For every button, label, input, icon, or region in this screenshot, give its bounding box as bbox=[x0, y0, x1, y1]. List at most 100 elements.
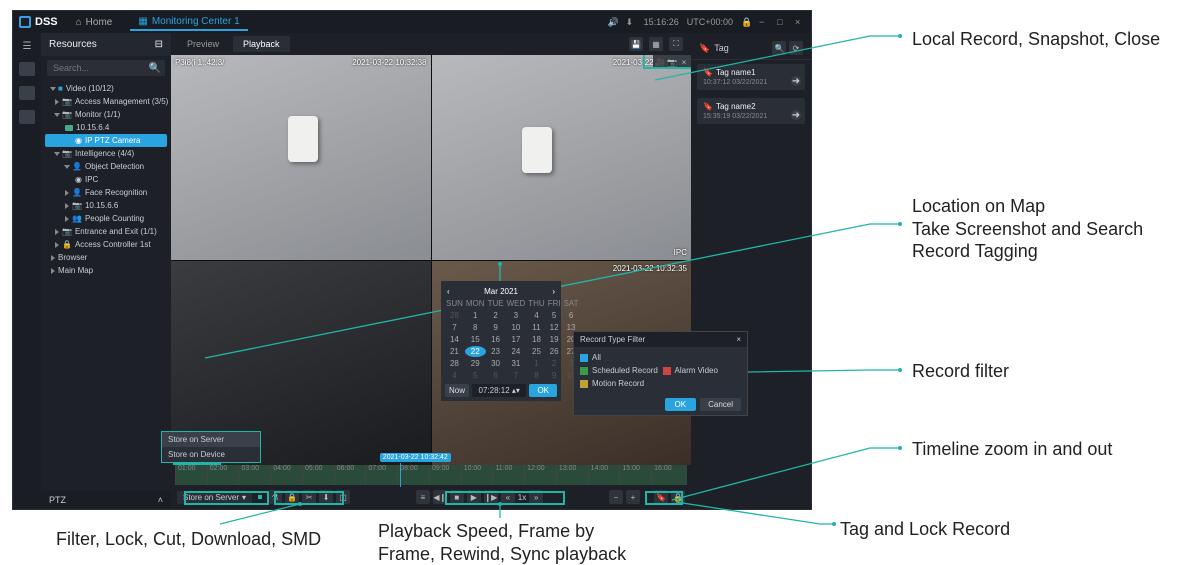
stop-icon[interactable]: ■ bbox=[450, 490, 464, 504]
tab-preview[interactable]: Preview bbox=[177, 36, 229, 52]
tree-face-recognition[interactable]: 👤Face Recognition bbox=[45, 186, 167, 199]
cal-day[interactable]: 23 bbox=[487, 346, 505, 357]
speed-down-icon[interactable]: « bbox=[501, 490, 515, 504]
hamburger-icon[interactable]: ☰ bbox=[23, 41, 32, 52]
cal-day[interactable]: 22 bbox=[465, 346, 486, 357]
cal-day[interactable]: 28 bbox=[445, 358, 464, 369]
cut-icon[interactable]: ✂ bbox=[302, 490, 316, 504]
tree-people-counting[interactable]: 👥People Counting bbox=[45, 212, 167, 225]
cal-day[interactable]: 6 bbox=[487, 370, 505, 381]
cal-day[interactable]: 24 bbox=[506, 346, 527, 357]
time-input[interactable]: 07:28:12 ▴▾ bbox=[472, 384, 526, 397]
collapse-icon[interactable]: ⊟ bbox=[155, 39, 163, 50]
close-icon[interactable]: × bbox=[795, 17, 805, 27]
goto-tag-icon[interactable]: ➜ bbox=[791, 110, 801, 120]
tab-playback[interactable]: Playback bbox=[233, 36, 290, 52]
cal-day[interactable]: 31 bbox=[506, 358, 527, 369]
now-button[interactable]: Now bbox=[445, 384, 469, 397]
cal-day[interactable]: 8 bbox=[465, 322, 486, 333]
tag-refresh-icon[interactable]: ⟳ bbox=[789, 41, 803, 55]
tag-search-icon[interactable]: 🔍 bbox=[772, 41, 786, 55]
cal-day[interactable]: 2 bbox=[547, 358, 562, 369]
video-pane-1[interactable]: P3i8(i 1::42:3/ 2021-03-22 10:32:38 bbox=[171, 55, 431, 260]
maximize-icon[interactable]: □ bbox=[777, 17, 787, 27]
tree-intelligence[interactable]: 📷Intelligence (4/4) bbox=[45, 147, 167, 160]
filter-motion[interactable]: Motion Record bbox=[580, 379, 659, 388]
tag-item[interactable]: 🔖Tag name1 10:37:12 03/22/2021 ➜ bbox=[697, 64, 805, 90]
filter-scheduled[interactable]: Scheduled Record bbox=[580, 366, 659, 375]
tree-monitor[interactable]: 📷Monitor (1/1) bbox=[45, 108, 167, 121]
save-view-icon[interactable]: 💾 bbox=[629, 37, 643, 51]
snapshot-icon[interactable]: 📷 bbox=[666, 56, 678, 68]
fullscreen-icon[interactable]: ⛶ bbox=[669, 37, 683, 51]
cal-day[interactable]: 26 bbox=[547, 346, 562, 357]
filter-close-icon[interactable]: × bbox=[736, 335, 741, 344]
cal-day[interactable]: 18 bbox=[527, 334, 545, 345]
cal-day[interactable]: 9 bbox=[487, 322, 505, 333]
goto-tag-icon[interactable]: ➜ bbox=[791, 76, 801, 86]
tree-access-mgmt[interactable]: 📷Access Management (3/5) bbox=[45, 95, 167, 108]
storage-selector[interactable]: Store on Server▾ bbox=[177, 491, 252, 504]
tree-ipc[interactable]: ◉ IPC bbox=[45, 173, 167, 186]
tree-ip2[interactable]: 📷10.15.6.6 bbox=[45, 199, 167, 212]
cal-day[interactable]: 1 bbox=[527, 358, 545, 369]
cal-day[interactable]: 8 bbox=[527, 370, 545, 381]
filter-ok-button[interactable]: OK bbox=[665, 398, 697, 411]
filter-all[interactable]: All bbox=[580, 353, 659, 362]
cal-day[interactable]: 5 bbox=[465, 370, 486, 381]
cal-day[interactable]: 6 bbox=[563, 310, 580, 321]
rail-icon-3[interactable] bbox=[19, 110, 35, 124]
cal-next-icon[interactable]: › bbox=[552, 287, 555, 296]
minimize-icon[interactable]: − bbox=[759, 17, 769, 27]
layout-icon[interactable]: ▦ bbox=[649, 37, 663, 51]
rail-icon-1[interactable] bbox=[19, 62, 35, 76]
smd-icon[interactable]: ◫ bbox=[336, 490, 350, 504]
ptz-panel-toggle[interactable]: PTZ˄ bbox=[41, 491, 171, 509]
cal-day[interactable]: 12 bbox=[547, 322, 562, 333]
download-clip-icon[interactable]: ⬇ bbox=[319, 490, 333, 504]
tree-access-controller[interactable]: 🔒Access Controller 1st bbox=[45, 238, 167, 251]
cal-day[interactable]: 30 bbox=[487, 358, 505, 369]
tag-item[interactable]: 🔖Tag name2 15:35:19 03/22/2021 ➜ bbox=[697, 98, 805, 124]
tree-main-map[interactable]: Main Map bbox=[45, 264, 167, 277]
search-input[interactable]: 🔍 bbox=[47, 60, 165, 76]
cal-day[interactable]: 11 bbox=[527, 322, 545, 333]
lock-record-icon[interactable]: 🔒 bbox=[671, 490, 685, 504]
lock-clip-icon[interactable]: 🔒 bbox=[285, 490, 299, 504]
store-server-option[interactable]: Store on Server bbox=[162, 432, 260, 447]
cal-day[interactable]: 1 bbox=[465, 310, 486, 321]
video-pane-2[interactable]: 2021-03-22 10:32:38 IPC 🎥 📷 × bbox=[432, 55, 692, 260]
cal-day[interactable]: 21 bbox=[445, 346, 464, 357]
cal-day[interactable]: 2 bbox=[487, 310, 505, 321]
next-frame-icon[interactable]: ❙▶ bbox=[484, 490, 498, 504]
cal-day[interactable]: 7 bbox=[506, 370, 527, 381]
local-record-icon[interactable]: 🎥 bbox=[654, 56, 666, 68]
store-device-option[interactable]: Store on Device bbox=[162, 447, 260, 462]
cal-day[interactable]: 3 bbox=[506, 310, 527, 321]
cal-day[interactable]: 4 bbox=[445, 370, 464, 381]
tree-ptz-camera[interactable]: ◉ IP PTZ Camera bbox=[45, 134, 167, 147]
pane-close-icon[interactable]: × bbox=[678, 56, 690, 68]
download-icon[interactable]: ⬇ bbox=[626, 17, 636, 27]
cal-day[interactable]: 9 bbox=[547, 370, 562, 381]
speed-up-icon[interactable]: » bbox=[529, 490, 543, 504]
tree-browser[interactable]: Browser bbox=[45, 251, 167, 264]
cal-prev-icon[interactable]: ‹ bbox=[447, 287, 450, 296]
cal-day[interactable]: 25 bbox=[527, 346, 545, 357]
tree-object-detection[interactable]: 👤Object Detection bbox=[45, 160, 167, 173]
cal-day[interactable]: 15 bbox=[465, 334, 486, 345]
rail-icon-2[interactable] bbox=[19, 86, 35, 100]
tag-record-icon[interactable]: 🔖 bbox=[654, 490, 668, 504]
prev-frame-icon[interactable]: ◀❙ bbox=[433, 490, 447, 504]
timeline-zoom-out-icon[interactable]: − bbox=[609, 490, 623, 504]
cal-day[interactable]: 4 bbox=[527, 310, 545, 321]
cal-day[interactable]: 17 bbox=[506, 334, 527, 345]
filter-cancel-button[interactable]: Cancel bbox=[700, 398, 741, 411]
timeline-zoom-in-icon[interactable]: + bbox=[626, 490, 640, 504]
filter-icon[interactable]: ⚗ bbox=[268, 490, 282, 504]
timeline[interactable]: 2021-03-22 10:32:42 01:0002:0003:0004:00… bbox=[175, 465, 687, 485]
alert-icon[interactable]: 🔊 bbox=[608, 17, 618, 27]
tree-video[interactable]: ■Video (10/12) bbox=[45, 82, 167, 95]
sync-playback-icon[interactable]: ≡ bbox=[416, 490, 430, 504]
cal-day[interactable]: 29 bbox=[465, 358, 486, 369]
